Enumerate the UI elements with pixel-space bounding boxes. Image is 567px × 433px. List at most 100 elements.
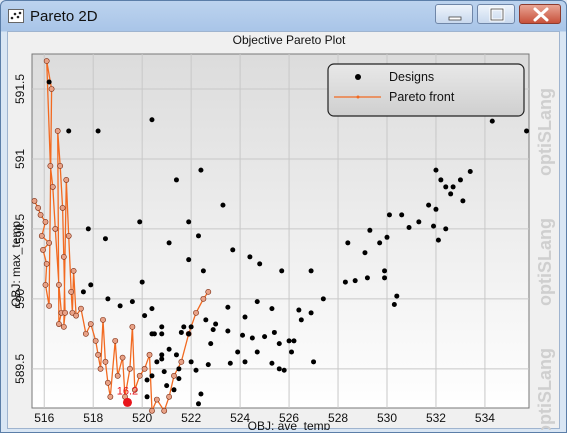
- design-point[interactable]: [262, 334, 268, 340]
- design-point[interactable]: [320, 296, 326, 302]
- pareto-point[interactable]: [54, 128, 61, 134]
- pareto-point[interactable]: [92, 337, 99, 344]
- design-point[interactable]: [311, 359, 317, 365]
- design-point[interactable]: [457, 177, 463, 183]
- design-point[interactable]: [105, 296, 111, 302]
- pareto-point[interactable]: [205, 288, 212, 295]
- design-point[interactable]: [186, 257, 192, 263]
- design-point[interactable]: [242, 359, 248, 365]
- pareto-point[interactable]: [112, 337, 119, 344]
- design-point[interactable]: [431, 223, 437, 229]
- design-point[interactable]: [433, 167, 439, 173]
- design-point[interactable]: [149, 117, 155, 123]
- design-point[interactable]: [377, 240, 383, 246]
- title-bar[interactable]: Pareto 2D: [1, 1, 566, 31]
- design-point[interactable]: [173, 352, 179, 358]
- pareto-point[interactable]: [40, 246, 46, 253]
- design-point[interactable]: [227, 360, 233, 366]
- pareto-point[interactable]: [65, 232, 72, 239]
- legend[interactable]: Designs Pareto front: [327, 63, 525, 117]
- design-point[interactable]: [171, 387, 177, 393]
- design-point[interactable]: [289, 349, 295, 355]
- pareto-point[interactable]: [87, 321, 94, 327]
- design-point[interactable]: [352, 278, 358, 284]
- pareto-point[interactable]: [200, 295, 207, 302]
- pareto-point[interactable]: [178, 358, 185, 365]
- design-point[interactable]: [450, 184, 456, 190]
- design-point[interactable]: [467, 169, 473, 175]
- pareto-point[interactable]: [104, 379, 111, 386]
- pareto-point[interactable]: [60, 253, 67, 260]
- design-point[interactable]: [443, 184, 449, 190]
- pareto-point[interactable]: [47, 163, 54, 169]
- pareto-point[interactable]: [59, 205, 66, 211]
- design-point[interactable]: [438, 177, 444, 183]
- pareto-point[interactable]: [56, 321, 62, 327]
- design-point[interactable]: [176, 366, 182, 372]
- design-point[interactable]: [279, 268, 285, 274]
- pareto-point[interactable]: [42, 219, 49, 225]
- design-point[interactable]: [129, 299, 135, 305]
- design-point[interactable]: [161, 369, 167, 375]
- pareto-point[interactable]: [78, 305, 84, 312]
- design-point[interactable]: [345, 240, 351, 246]
- design-point[interactable]: [384, 234, 390, 240]
- design-point[interactable]: [382, 275, 388, 281]
- pareto-point[interactable]: [166, 393, 173, 400]
- pareto-point[interactable]: [127, 365, 133, 372]
- design-point[interactable]: [159, 356, 165, 362]
- pareto-point[interactable]: [136, 372, 143, 379]
- design-point[interactable]: [271, 329, 277, 335]
- design-point[interactable]: [164, 383, 170, 389]
- pareto-point[interactable]: [42, 281, 49, 288]
- design-point[interactable]: [166, 240, 172, 246]
- pareto-point[interactable]: [63, 177, 70, 183]
- design-point[interactable]: [225, 304, 231, 310]
- pareto-point[interactable]: [82, 330, 89, 337]
- design-point[interactable]: [205, 362, 211, 368]
- pareto-point[interactable]: [146, 351, 153, 358]
- design-point[interactable]: [399, 212, 405, 218]
- pareto-point[interactable]: [149, 407, 155, 414]
- design-point[interactable]: [235, 349, 241, 355]
- design-point[interactable]: [213, 321, 219, 327]
- design-point[interactable]: [173, 177, 179, 183]
- design-point[interactable]: [416, 219, 422, 225]
- design-point[interactable]: [200, 268, 206, 274]
- design-point[interactable]: [188, 324, 194, 330]
- design-point[interactable]: [144, 377, 150, 383]
- design-point[interactable]: [198, 391, 204, 397]
- design-point[interactable]: [240, 332, 246, 338]
- design-point[interactable]: [443, 226, 449, 232]
- design-point[interactable]: [394, 293, 400, 299]
- pareto-point[interactable]: [43, 58, 50, 64]
- design-point[interactable]: [247, 254, 253, 260]
- design-point[interactable]: [46, 79, 52, 85]
- design-point[interactable]: [198, 167, 204, 173]
- pareto-point[interactable]: [171, 372, 177, 379]
- pareto-point[interactable]: [56, 281, 62, 288]
- design-point[interactable]: [257, 261, 263, 267]
- design-point[interactable]: [448, 191, 454, 197]
- design-point[interactable]: [195, 401, 201, 407]
- design-point[interactable]: [142, 313, 148, 319]
- pareto-point[interactable]: [43, 260, 50, 267]
- design-point[interactable]: [225, 328, 231, 334]
- design-point[interactable]: [435, 237, 441, 243]
- design-point[interactable]: [276, 341, 282, 347]
- design-point[interactable]: [159, 324, 165, 330]
- pareto-point[interactable]: [49, 184, 56, 190]
- pareto-point[interactable]: [73, 312, 79, 319]
- design-point[interactable]: [433, 206, 439, 212]
- design-point[interactable]: [85, 226, 91, 232]
- design-point[interactable]: [298, 317, 304, 323]
- pareto-point[interactable]: [52, 226, 59, 232]
- design-point[interactable]: [66, 128, 72, 134]
- design-point[interactable]: [382, 268, 388, 274]
- pareto-point[interactable]: [57, 163, 64, 169]
- design-point[interactable]: [154, 359, 160, 365]
- selected-point[interactable]: [122, 397, 132, 407]
- design-point[interactable]: [137, 219, 143, 225]
- design-point[interactable]: [281, 367, 287, 373]
- design-point[interactable]: [276, 366, 282, 372]
